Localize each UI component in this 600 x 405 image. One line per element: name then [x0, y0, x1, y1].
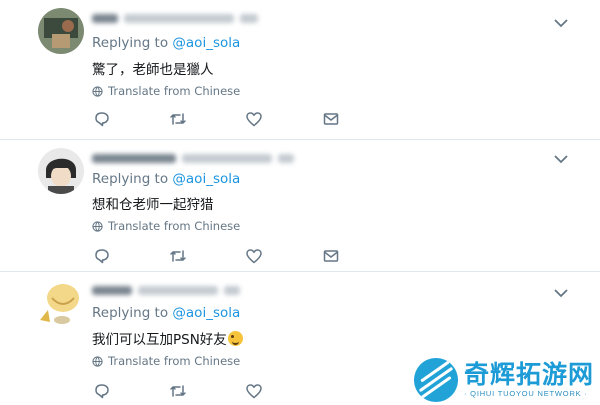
retweet-icon[interactable]: [169, 110, 187, 128]
tweet-actions: [93, 247, 353, 267]
translate-label: Translate from Chinese: [108, 219, 241, 233]
globe-icon: [92, 355, 103, 367]
replying-to-handle-link[interactable]: @aoi_sola: [172, 171, 240, 187]
watermark-text: 奇辉拓游网 · QIHUI TUOYOU NETWORK ·: [464, 361, 594, 399]
blurred-user-header: [92, 284, 240, 296]
replying-to-label: Replying to: [92, 305, 173, 321]
replying-to-handle-link[interactable]: @aoi_sola: [172, 305, 240, 321]
tweet-1[interactable]: Replying to @aoi_sola 驚了，老師也是獵人 Translat…: [0, 0, 600, 140]
blurred-user-header: [92, 152, 294, 164]
watermark-subtitle: · QIHUI TUOYOU NETWORK ·: [464, 389, 588, 398]
replying-to: Replying to @aoi_sola: [92, 35, 240, 51]
translate-link[interactable]: Translate from Chinese: [92, 84, 240, 98]
avatar[interactable]: [38, 148, 84, 194]
chevron-down-icon[interactable]: [553, 18, 569, 30]
chevron-down-icon[interactable]: [553, 154, 569, 166]
retweet-icon[interactable]: [169, 382, 187, 400]
replying-to: Replying to @aoi_sola: [92, 305, 240, 321]
replying-to-handle-link[interactable]: @aoi_sola: [172, 35, 240, 51]
avatar[interactable]: [38, 280, 84, 326]
heart-icon[interactable]: [245, 110, 263, 128]
watermark-title: 奇辉拓游网: [464, 360, 595, 389]
translate-link[interactable]: Translate from Chinese: [92, 219, 240, 233]
winking-face-emoji-icon: [227, 331, 243, 346]
tweet-actions: [93, 110, 353, 130]
reply-icon[interactable]: [93, 382, 111, 400]
tweet-text-body: 我们可以互加PSN好友: [92, 332, 227, 348]
globe-icon: [92, 220, 103, 232]
heart-icon[interactable]: [245, 247, 263, 265]
translate-label: Translate from Chinese: [108, 84, 241, 98]
translate-link[interactable]: Translate from Chinese: [92, 354, 240, 368]
tweet-2[interactable]: Replying to @aoi_sola 想和仓老师一起狩猎 Translat…: [0, 140, 600, 271]
watermark-logo-icon: [414, 358, 458, 402]
tweet-text: 我们可以互加PSN好友: [92, 328, 243, 348]
translate-label: Translate from Chinese: [108, 354, 241, 368]
tweet-text: 驚了，老師也是獵人: [92, 62, 214, 78]
tweet-text: 想和仓老师一起狩猎: [92, 197, 214, 213]
envelope-icon[interactable]: [322, 110, 340, 128]
replying-to: Replying to @aoi_sola: [92, 171, 240, 187]
replying-to-label: Replying to: [92, 35, 173, 51]
avatar[interactable]: [38, 8, 84, 54]
heart-icon[interactable]: [245, 382, 263, 400]
retweet-icon[interactable]: [169, 247, 187, 265]
site-watermark: 奇辉拓游网 · QIHUI TUOYOU NETWORK ·: [414, 355, 600, 405]
replying-to-label: Replying to: [92, 171, 173, 187]
globe-icon: [92, 85, 103, 97]
reply-icon[interactable]: [93, 247, 111, 265]
envelope-icon[interactable]: [322, 247, 340, 265]
tweet-actions: [93, 382, 353, 402]
reply-icon[interactable]: [93, 110, 111, 128]
blurred-user-header: [92, 12, 258, 24]
chevron-down-icon[interactable]: [553, 288, 569, 300]
